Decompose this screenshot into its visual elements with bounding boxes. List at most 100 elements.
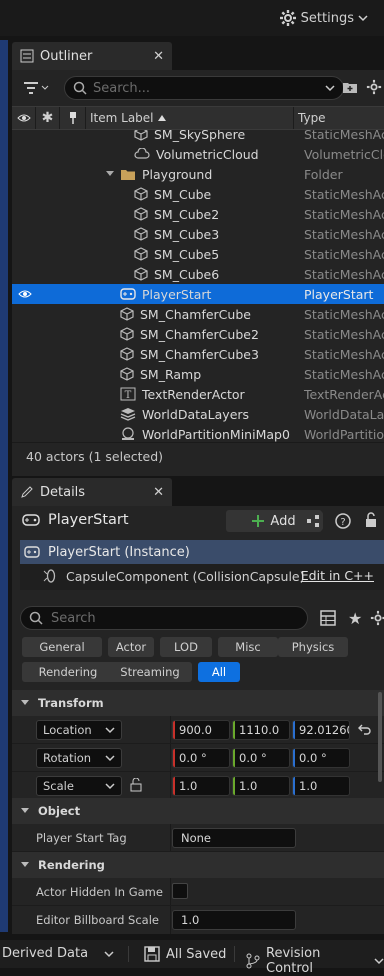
star-column[interactable]: ✱ (36, 107, 60, 129)
scale-z-field[interactable]: 1.0 (292, 775, 350, 796)
row-label: SM_ChamferCube2 (140, 326, 259, 342)
derived-data-label: Derived Data (2, 946, 89, 961)
settings-label: Settings (300, 10, 354, 26)
outliner-row[interactable]: WorldDataLayers WorldDataLayers (12, 404, 384, 424)
filter-lod[interactable]: LOD (160, 637, 212, 657)
location-z-field[interactable]: 92.012600 (292, 719, 350, 740)
details-search-input[interactable]: Search (20, 606, 308, 630)
filter-rendering[interactable]: Rendering (22, 662, 114, 682)
outliner-icon (20, 49, 34, 63)
chevron-down-icon[interactable] (325, 84, 335, 92)
asterisk-icon: ✱ (41, 110, 54, 126)
row-label: SM_ChamferCube3 (140, 346, 259, 362)
text-icon: T (120, 387, 136, 401)
cube-icon (120, 367, 134, 381)
section-rendering[interactable]: Rendering (12, 852, 384, 878)
cube-icon (134, 130, 148, 141)
section-transform[interactable]: Transform (12, 690, 384, 716)
section-object[interactable]: Object (12, 798, 384, 824)
outliner-row[interactable]: T TextRenderActor TextRenderActor (12, 384, 384, 404)
tab-outliner[interactable]: Outliner ✕ (12, 42, 172, 70)
save-icon (144, 946, 160, 962)
component-instance-row[interactable]: PlayerStart (Instance) (20, 540, 384, 564)
scale-x-field[interactable]: 1.0 (172, 775, 230, 796)
scale-y-field[interactable]: 1.0 (232, 775, 290, 796)
filter-physics[interactable]: Physics (278, 637, 348, 657)
derived-data-button[interactable]: Derived Data (2, 946, 114, 961)
cube-icon (120, 307, 134, 321)
outliner-row[interactable]: SM_ChamferCube3 StaticMeshActor (12, 344, 384, 364)
filter-icon[interactable] (22, 79, 50, 97)
outliner-row[interactable]: SM_ChamferCube StaticMeshActor (12, 304, 384, 324)
location-combo[interactable]: Location (36, 719, 122, 740)
help-icon[interactable]: ? (334, 512, 352, 530)
gear-icon[interactable] (366, 79, 382, 95)
lock-open-icon[interactable] (130, 778, 142, 792)
chevron-down-icon[interactable] (106, 171, 114, 177)
tab-details[interactable]: Details ✕ (12, 478, 172, 506)
settings-button[interactable]: Settings (279, 7, 368, 29)
reset-icon[interactable] (358, 723, 372, 735)
star-icon[interactable]: ★ (348, 609, 362, 628)
pin-column[interactable] (60, 107, 86, 129)
outliner-row[interactable]: SM_ChamferCube2 StaticMeshActor (12, 324, 384, 344)
location-x-field[interactable]: 900.0 (172, 719, 230, 740)
outliner-search-input[interactable]: Search... (64, 76, 344, 100)
table-view-icon[interactable] (320, 610, 336, 626)
gear-icon (279, 9, 297, 27)
minimap-icon (120, 427, 136, 441)
filter-misc[interactable]: Misc (218, 637, 278, 657)
visibility-column[interactable] (12, 107, 36, 129)
cube-icon (134, 267, 148, 281)
type-column[interactable]: Type (294, 107, 384, 129)
billboard-scale-field[interactable]: 1.0 (172, 910, 296, 930)
cube-icon (134, 207, 148, 221)
outliner-row[interactable]: WorldPartitionMiniMap0 WorldPartitionMini… (12, 424, 384, 442)
close-icon[interactable]: ✕ (153, 49, 164, 64)
filter-actor[interactable]: Actor (108, 637, 154, 657)
outliner-row[interactable]: SM_SkySphere StaticMeshActor (12, 130, 384, 144)
blueprint-icon[interactable] (303, 512, 323, 530)
scale-combo[interactable]: Scale (36, 775, 122, 796)
rotation-x-field[interactable]: 0.0 ° (172, 747, 230, 768)
outliner-row[interactable]: VolumetricCloud VolumetricCloud (12, 144, 384, 164)
rotation-y-field[interactable]: 0.0 ° (232, 747, 290, 768)
eye-icon[interactable] (18, 289, 32, 299)
filter-general[interactable]: General (22, 637, 102, 657)
player-start-tag-field[interactable]: None (172, 827, 296, 848)
location-y-field[interactable]: 1110.0 (232, 719, 290, 740)
close-icon[interactable]: ✕ (153, 485, 164, 500)
outliner-row[interactable]: SM_Cube StaticMeshActor (12, 184, 384, 204)
details-scrollbar[interactable] (378, 692, 382, 782)
gear-icon[interactable] (370, 610, 384, 626)
chevron-down-icon (358, 14, 368, 22)
lock-icon[interactable] (364, 512, 378, 528)
branch-icon (246, 953, 260, 969)
edit-in-cpp-link[interactable]: Edit in C++ (301, 568, 374, 583)
outliner-row[interactable]: SM_Cube2 StaticMeshActor (12, 204, 384, 224)
outliner-row[interactable]: Playground Folder (12, 164, 384, 184)
outliner-row[interactable]: SM_Cube6 StaticMeshActor (12, 264, 384, 284)
outliner-row[interactable]: SM_Cube3 StaticMeshActor (12, 224, 384, 244)
revision-control-button[interactable]: Revision Control (246, 946, 384, 976)
rotation-combo[interactable]: Rotation (36, 747, 122, 768)
actor-hidden-checkbox[interactable] (172, 883, 188, 899)
item-label-column[interactable]: Item Label (86, 107, 294, 129)
outliner-row[interactable]: SM_Cube5 StaticMeshActor (12, 244, 384, 264)
rotation-z-field[interactable]: 0.0 ° (292, 747, 350, 768)
layers-icon (120, 407, 136, 421)
add-folder-icon[interactable] (342, 80, 358, 94)
outliner-row[interactable]: PlayerStart PlayerStart (12, 284, 384, 304)
outliner-list: SM_SkySphere StaticMeshActor VolumetricClo… (12, 130, 384, 442)
cube-icon (120, 347, 134, 361)
outliner-row[interactable]: SM_Ramp StaticMeshActor (12, 364, 384, 384)
row-label: TextRenderActor (142, 386, 245, 402)
component-child-label: CapsuleComponent (CollisionCapsule) (66, 568, 305, 584)
type-header: Type (298, 111, 326, 125)
save-status-button[interactable]: All Saved (144, 946, 226, 962)
filter-all[interactable]: All (198, 662, 240, 682)
chevron-down-icon (20, 807, 30, 815)
filter-streaming[interactable]: Streaming (108, 662, 192, 682)
row-type: StaticMeshActor (304, 346, 384, 362)
player-start-tag-row: Player Start Tag None (12, 824, 384, 852)
